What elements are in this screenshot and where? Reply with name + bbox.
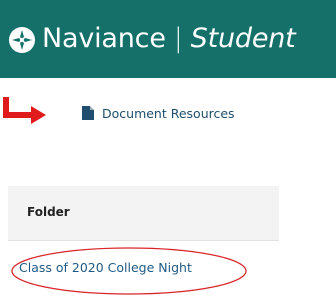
red-arrow-annotation	[3, 97, 46, 124]
document-resources-label: Document Resources	[102, 105, 235, 121]
document-icon	[82, 106, 94, 120]
folder-column-label: Folder	[27, 205, 70, 219]
brand-subtitle: Student	[190, 23, 296, 54]
brand-separator: |	[173, 23, 183, 54]
brand-name: Naviance	[42, 23, 166, 54]
naviance-logo-icon	[9, 27, 35, 53]
document-resources-link[interactable]: Document Resources	[82, 104, 235, 122]
red-ellipse-annotation	[11, 247, 247, 295]
brand-title[interactable]: Naviance | Student	[42, 19, 296, 59]
folder-column-header[interactable]: Folder	[8, 186, 279, 241]
app-header: Naviance | Student	[0, 0, 336, 78]
